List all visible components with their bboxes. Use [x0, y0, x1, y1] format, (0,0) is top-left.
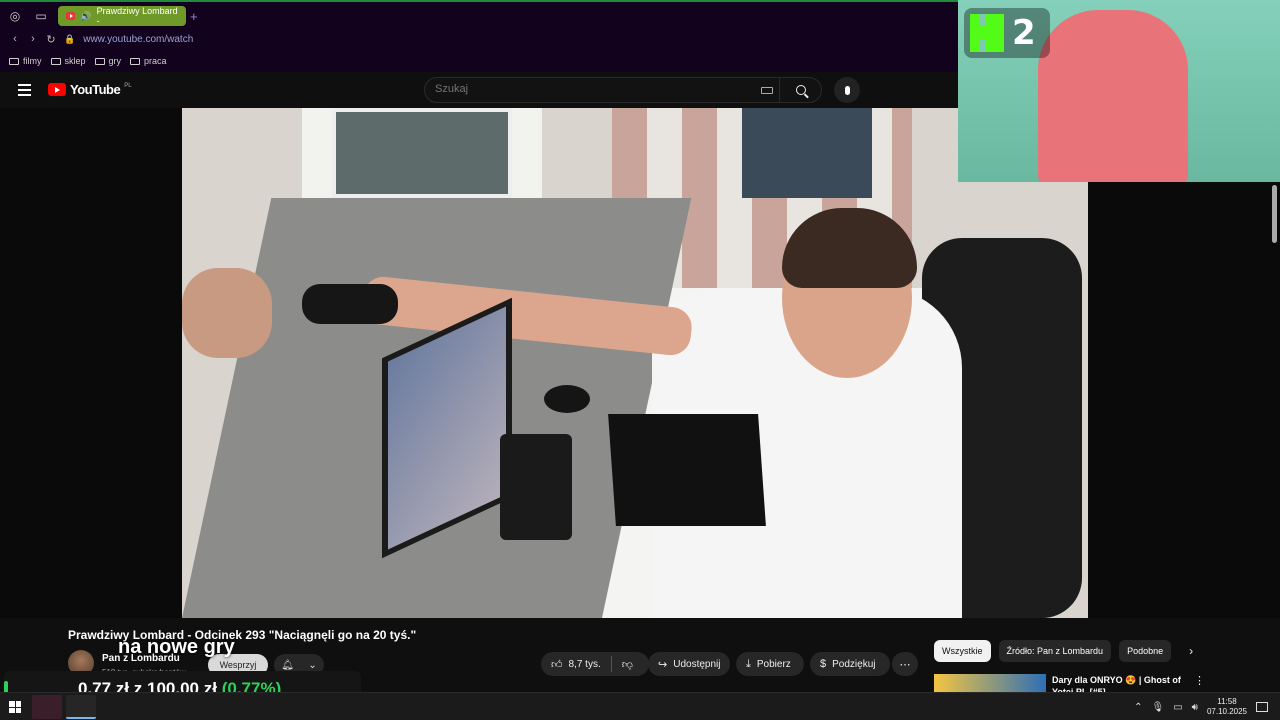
- chevron-up-icon[interactable]: ⌃: [1134, 702, 1142, 713]
- recommendation-chips: Wszystkie Źródło: Pan z Lombardu Podobne…: [934, 640, 1193, 662]
- folder-icon: [130, 57, 141, 65]
- dislike-icon[interactable]: 👎︎: [622, 658, 633, 671]
- video-scene: [182, 268, 272, 358]
- folder-icon: [9, 57, 19, 65]
- taskbar-app[interactable]: [32, 695, 62, 719]
- bookmark-label: filmy: [23, 56, 42, 66]
- youtube-header: YouTube PL: [0, 72, 958, 108]
- lock-icon[interactable]: 🔒: [64, 34, 75, 45]
- logo-text: YouTube: [70, 82, 121, 97]
- volume-icon[interactable]: 🔊︎: [1192, 702, 1198, 713]
- folder-icon: [94, 57, 105, 65]
- opera-menu-icon[interactable]: ◎: [4, 5, 26, 27]
- speaker-icon[interactable]: 🔊: [80, 11, 91, 22]
- video-scene: [302, 284, 398, 324]
- bookmark-folder[interactable]: praca: [130, 56, 167, 66]
- new-tab-button[interactable]: +: [190, 9, 198, 24]
- side-panel: [1088, 182, 1280, 618]
- folder-icon: [50, 57, 61, 65]
- search-icon: [795, 85, 806, 95]
- bookmark-folder[interactable]: filmy: [9, 56, 42, 66]
- mic-icon: [844, 85, 850, 95]
- kick-logo-icon: [970, 14, 1004, 52]
- download-icon: ⤓: [746, 657, 751, 670]
- share-icon: ↪: [658, 658, 668, 671]
- thanks-icon: $: [820, 658, 827, 670]
- video-player[interactable]: [182, 108, 1088, 618]
- kick-badge: 2: [964, 8, 1050, 58]
- clock-time: 11:58: [1217, 697, 1237, 706]
- divider: [610, 656, 612, 672]
- recommendation-thumbnail[interactable]: [934, 674, 1046, 692]
- voice-search-button[interactable]: [834, 77, 860, 103]
- scrollbar[interactable]: [1272, 185, 1277, 243]
- screen: { "browser": { "tab_title": "Prawdziwy L…: [0, 0, 1280, 720]
- kick-number: 2: [1012, 13, 1036, 53]
- video-scene: [608, 414, 766, 526]
- bookmarks-bar: filmy sklep gry praca: [0, 52, 167, 70]
- webcam-scene: [1038, 10, 1188, 182]
- bell-icon: 🔔︎: [281, 659, 294, 671]
- reload-icon[interactable]: ↻: [42, 33, 60, 46]
- more-icon: ⋯: [899, 658, 911, 671]
- like-icon[interactable]: 👍︎: [551, 658, 563, 671]
- like-dislike-group: 👍︎ 8,7 tys. 👎︎: [541, 652, 649, 676]
- youtube-logo[interactable]: YouTube PL: [48, 82, 132, 97]
- clock-date: 07.10.2025: [1206, 707, 1247, 716]
- share-button[interactable]: ↪ Udostępnij: [648, 652, 730, 676]
- bookmark-folder[interactable]: gry: [94, 56, 122, 66]
- menu-icon[interactable]: [18, 84, 31, 99]
- network-icon[interactable]: ▭: [1173, 702, 1182, 713]
- system-tray: ⌃ 🎙︎ ▭ 🔊︎ 11:58 07.10.2025: [1134, 697, 1268, 717]
- share-label: Udostępnij: [673, 658, 721, 670]
- thanks-label: Podziękuj: [832, 658, 876, 670]
- forward-icon[interactable]: ›: [24, 33, 42, 45]
- video-scene: [500, 434, 572, 540]
- thanks-button[interactable]: $ Podziękuj: [810, 652, 890, 676]
- search-box: [424, 77, 822, 103]
- more-icon[interactable]: ⋮: [1194, 674, 1205, 687]
- search-button[interactable]: [779, 78, 821, 102]
- download-label: Pobierz: [756, 658, 791, 670]
- taskbar: ⌃ 🎙︎ ▭ 🔊︎ 11:58 07.10.2025: [0, 692, 1280, 720]
- bookmark-label: praca: [144, 56, 167, 66]
- windows-start-icon[interactable]: [9, 701, 21, 713]
- clock[interactable]: 11:58 07.10.2025: [1207, 697, 1247, 717]
- browser-chrome: ◎ ▭ 🔊 Prawdziwy Lombard - + ‹ › ↻ 🔒 www.…: [0, 0, 958, 72]
- webcam-overlay: 2: [958, 0, 1280, 182]
- more-actions-button[interactable]: ⋯: [892, 652, 918, 676]
- bookmark-folder[interactable]: sklep: [50, 56, 86, 66]
- chip-source[interactable]: Źródło: Pan z Lombardu: [998, 640, 1112, 662]
- tab-title: Prawdziwy Lombard -: [96, 6, 178, 26]
- tab-bar: ◎ ▭ 🔊 Prawdziwy Lombard - +: [0, 4, 958, 28]
- search-input[interactable]: [435, 83, 735, 95]
- mic-icon[interactable]: 🎙︎: [1151, 702, 1164, 713]
- chip-similar[interactable]: Podobne: [1119, 640, 1172, 662]
- keyboard-icon[interactable]: [761, 87, 773, 94]
- like-count[interactable]: 8,7 tys.: [569, 659, 601, 670]
- chevron-down-icon: ⌄: [308, 659, 317, 671]
- tab-youtube[interactable]: 🔊 Prawdziwy Lombard -: [58, 6, 186, 26]
- address-bar: ‹ › ↻ 🔒 www.youtube.com/watch: [0, 28, 958, 50]
- subtitle-caption: na nowe gry: [118, 636, 235, 658]
- url-field[interactable]: www.youtube.com/watch: [83, 34, 193, 45]
- chip-all[interactable]: Wszystkie: [934, 640, 991, 662]
- region-label: PL: [124, 82, 132, 89]
- video-scene: [544, 385, 590, 413]
- video-scene: [332, 108, 512, 198]
- chevron-right-icon[interactable]: ›: [1189, 644, 1193, 658]
- youtube-favicon-icon: [66, 12, 76, 20]
- notification-icon[interactable]: [1256, 702, 1268, 712]
- bookmark-label: sklep: [64, 56, 86, 66]
- youtube-play-icon: [48, 83, 66, 96]
- bookmark-label: gry: [108, 56, 122, 66]
- video-scene: [742, 108, 872, 198]
- download-button[interactable]: ⤓ Pobierz: [736, 652, 804, 676]
- tab-switch-icon[interactable]: ▭: [30, 5, 52, 27]
- taskbar-app[interactable]: [66, 695, 96, 719]
- back-icon[interactable]: ‹: [6, 33, 24, 45]
